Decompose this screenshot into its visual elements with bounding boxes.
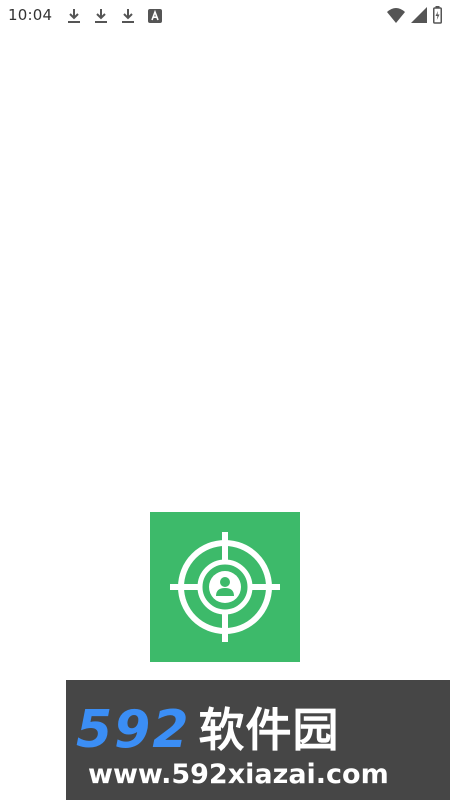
system-icons: [387, 6, 442, 24]
wifi-icon: [387, 7, 405, 23]
download-icon: [121, 8, 135, 24]
app-logo: [150, 512, 300, 662]
status-bar: 10:04: [0, 0, 450, 32]
a-badge-icon: [148, 9, 162, 23]
cellular-signal-icon: [411, 7, 427, 23]
status-time: 10:04: [8, 6, 53, 24]
download-icon: [67, 8, 81, 24]
watermark-brand: 592 软件园: [76, 700, 340, 756]
download-icon: [94, 8, 108, 24]
watermark-banner: 592 软件园 www.592xiazai.com: [66, 680, 450, 800]
watermark-brand-number: 592: [76, 700, 191, 760]
battery-icon: [433, 6, 442, 24]
notification-icons: [67, 7, 162, 25]
watermark-url: www.592xiazai.com: [88, 759, 389, 790]
watermark-brand-name: 软件园: [198, 703, 340, 757]
